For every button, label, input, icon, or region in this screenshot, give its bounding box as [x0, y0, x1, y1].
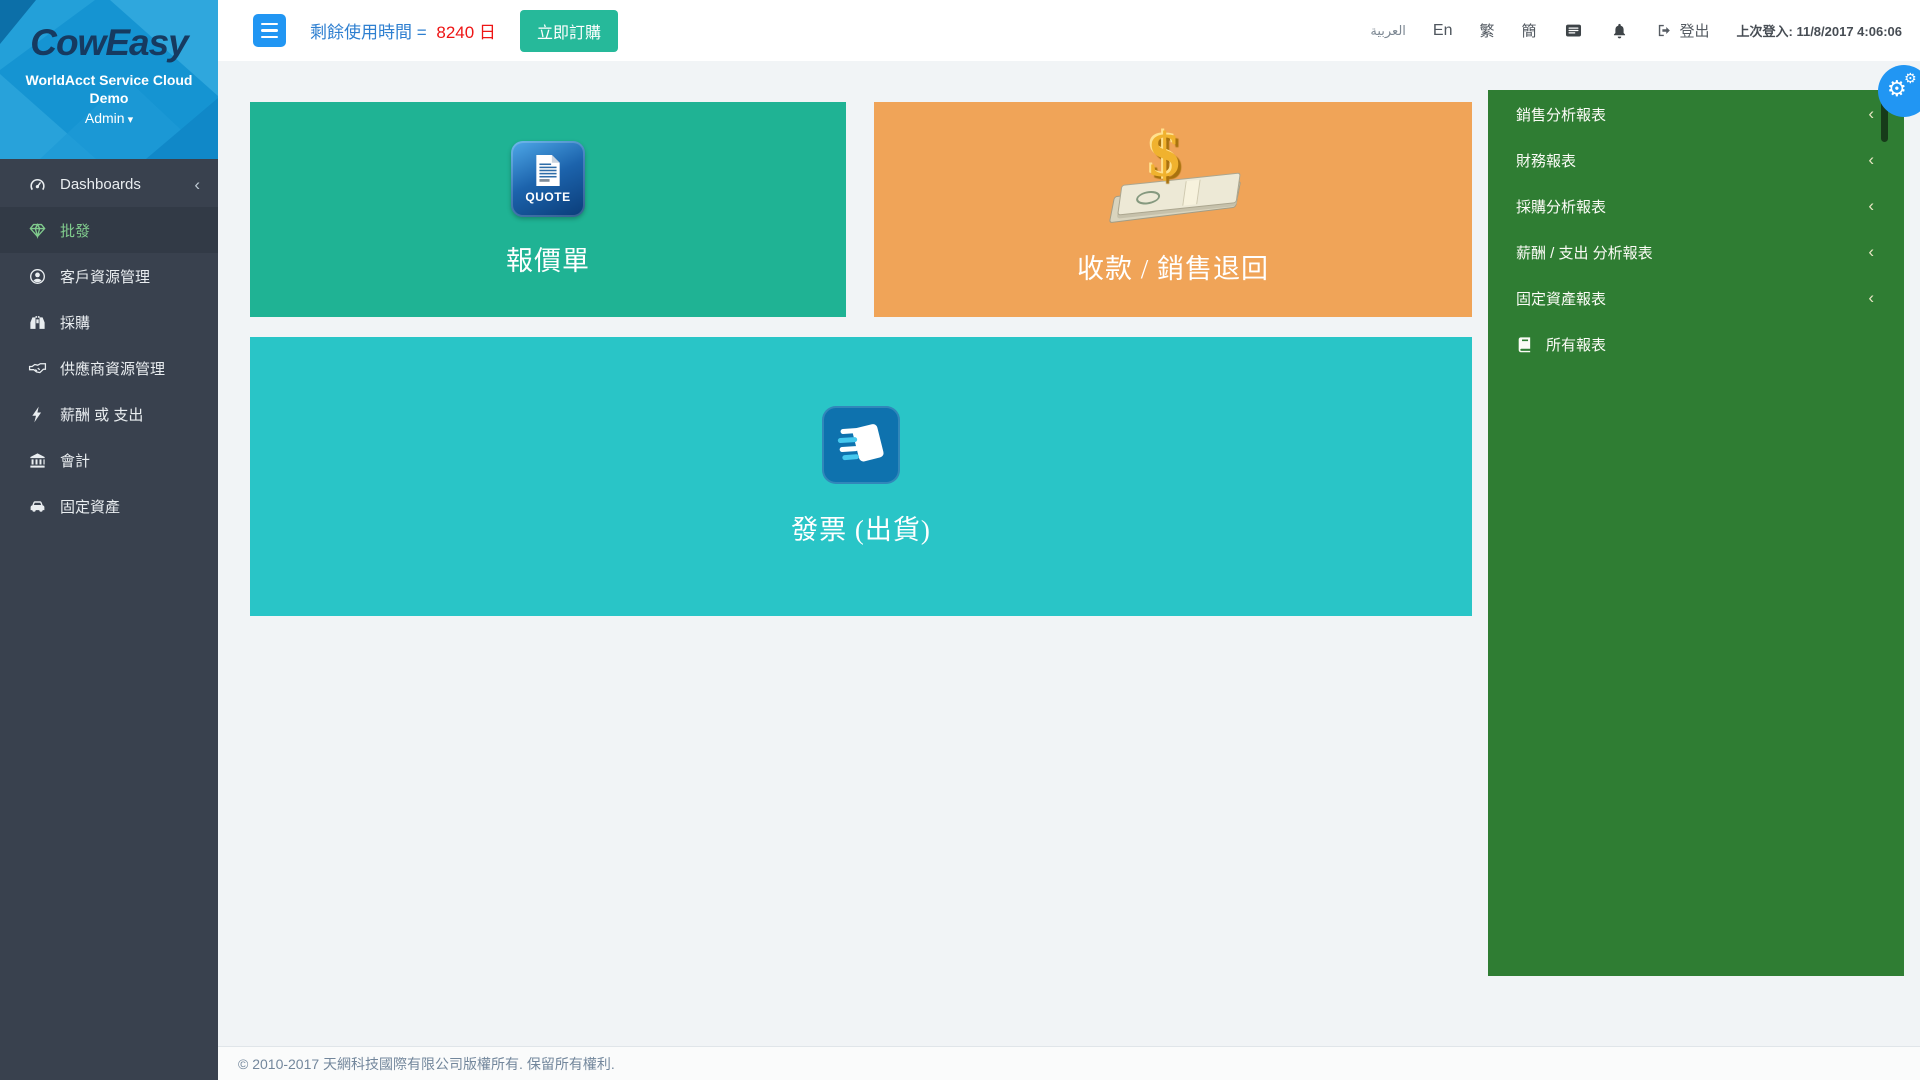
dollar-sign: $	[1149, 125, 1180, 187]
trial-label: 剩餘使用時間 =	[310, 23, 427, 42]
sidebar-menu: Dashboards ‹ 批發 客戶資源管理 採購 供應商資源管理	[0, 161, 218, 529]
dashboard-icon	[26, 174, 48, 194]
quote-document-icon: QUOTE	[511, 141, 585, 217]
chevron-down-icon: ▾	[128, 114, 134, 126]
hamburger-menu-button[interactable]	[253, 14, 286, 47]
language-traditional-chinese[interactable]: 繁	[1479, 20, 1494, 41]
brand-panel: CowEasy WorldAcct Service Cloud Demo Adm…	[0, 0, 218, 159]
chevron-left-icon: ‹	[1868, 196, 1874, 216]
subscribe-now-button[interactable]: 立即訂購	[520, 10, 618, 52]
report-item-financial[interactable]: 財務報表 ‹	[1488, 137, 1904, 183]
sidebar-item-label: 會計	[60, 450, 202, 471]
gem-icon	[26, 220, 48, 240]
money-stack-icon: $	[1093, 133, 1253, 225]
last-login-timestamp: 上次登入: 11/8/2017 4:06:06	[1737, 21, 1902, 40]
bolt-icon	[26, 404, 48, 424]
quotation-tile[interactable]: QUOTE 報價單	[250, 102, 846, 317]
report-item-label: 財務報表	[1516, 150, 1868, 171]
sidebar-item-label: 供應商資源管理	[60, 358, 202, 379]
report-item-label: 採購分析報表	[1516, 196, 1868, 217]
report-item-all-reports[interactable]: 所有報表	[1488, 321, 1904, 367]
brand-subtitle: WorldAcct Service Cloud Demo	[0, 71, 218, 107]
handshake-icon	[26, 358, 48, 378]
chevron-left-icon: ‹	[1868, 104, 1874, 124]
language-english[interactable]: En	[1433, 22, 1453, 40]
logout-button[interactable]: 登出	[1656, 20, 1710, 41]
sidebar-item-label: 客戶資源管理	[60, 266, 202, 287]
language-simplified-chinese[interactable]: 簡	[1521, 20, 1536, 41]
report-item-label: 薪酬 / 支出 分析報表	[1516, 242, 1868, 263]
logout-label: 登出	[1680, 20, 1710, 41]
report-item-payroll-expense-analysis[interactable]: 薪酬 / 支出 分析報表 ‹	[1488, 229, 1904, 275]
page-footer: © 2010-2017 天網科技國際有限公司版權所有. 保留所有權利.	[218, 1046, 1920, 1080]
binoculars-icon	[26, 312, 48, 332]
app-logo: CowEasy	[0, 24, 218, 61]
sign-out-icon	[1656, 22, 1673, 39]
invoice-send-icon	[822, 406, 900, 484]
chevron-left-icon: ‹	[1868, 288, 1874, 308]
sidebar-item-payroll-expense[interactable]: 薪酬 或 支出	[0, 391, 218, 437]
sidebar-item-label: 批發	[60, 220, 202, 241]
user-name: Admin	[85, 110, 125, 126]
report-item-purchase-analysis[interactable]: 採購分析報表 ‹	[1488, 183, 1904, 229]
sidebar-item-accounting[interactable]: 會計	[0, 437, 218, 483]
bank-icon	[26, 450, 48, 470]
report-item-label: 銷售分析報表	[1516, 104, 1868, 125]
top-navigation-bar: 剩餘使用時間 = 8240 日 立即訂購 العربية En 繁 簡 登出 上…	[218, 0, 1920, 61]
trial-value: 8240 日	[436, 23, 496, 42]
sidebar-item-customers[interactable]: 客戶資源管理	[0, 253, 218, 299]
receipt-sales-return-tile[interactable]: $ 收款 / 銷售退回	[874, 102, 1472, 317]
sidebar-item-wholesale[interactable]: 批發	[0, 207, 218, 253]
sidebar-item-purchasing[interactable]: 採購	[0, 299, 218, 345]
report-item-sales-analysis[interactable]: 銷售分析報表 ‹	[1488, 91, 1904, 137]
sidebar-item-fixed-assets[interactable]: 固定資產	[0, 483, 218, 529]
invoice-tile-title: 發票 (出貨)	[791, 508, 931, 547]
chevron-left-icon: ‹	[1868, 150, 1874, 170]
chevron-left-icon: ‹	[194, 176, 200, 193]
chevron-left-icon: ‹	[1868, 242, 1874, 262]
gear-icon: ⚙	[1904, 72, 1917, 86]
list-alt-icon[interactable]	[1564, 21, 1583, 40]
left-sidebar: CowEasy WorldAcct Service Cloud Demo Adm…	[0, 0, 218, 1080]
report-item-fixed-assets[interactable]: 固定資產報表 ‹	[1488, 275, 1904, 321]
sidebar-item-suppliers[interactable]: 供應商資源管理	[0, 345, 218, 391]
language-arabic[interactable]: العربية	[1370, 23, 1406, 39]
sidebar-item-dashboards[interactable]: Dashboards ‹	[0, 161, 218, 207]
copyright-text: © 2010-2017 天網科技國際有限公司版權所有. 保留所有權利.	[238, 1054, 615, 1074]
book-icon	[1516, 335, 1536, 353]
receipt-tile-title: 收款 / 銷售退回	[1077, 247, 1269, 286]
report-item-label: 所有報表	[1546, 334, 1874, 355]
report-item-label: 固定資產報表	[1516, 288, 1868, 309]
trial-time-remaining: 剩餘使用時間 = 8240 日	[310, 18, 496, 43]
sidebar-item-label: 採購	[60, 312, 202, 333]
topbar-right-cluster: العربية En 繁 簡 登出 上次登入: 11/8/2017 4:06:0…	[1370, 20, 1902, 41]
user-circle-icon	[26, 266, 48, 286]
car-icon	[26, 496, 48, 516]
reports-panel: 銷售分析報表 ‹ 財務報表 ‹ 採購分析報表 ‹ 薪酬 / 支出 分析報表 ‹ …	[1488, 90, 1904, 976]
user-menu[interactable]: Admin▾	[0, 110, 218, 126]
bell-icon[interactable]	[1610, 21, 1629, 40]
reports-menu: 銷售分析報表 ‹ 財務報表 ‹ 採購分析報表 ‹ 薪酬 / 支出 分析報表 ‹ …	[1488, 90, 1904, 367]
quote-icon-caption: QUOTE	[525, 190, 570, 204]
sidebar-item-label: Dashboards	[60, 176, 194, 193]
invoice-shipment-tile[interactable]: 發票 (出貨)	[250, 337, 1472, 616]
quotation-tile-title: 報價單	[506, 239, 590, 278]
sidebar-item-label: 薪酬 或 支出	[60, 404, 202, 425]
sidebar-item-label: 固定資產	[60, 496, 202, 517]
